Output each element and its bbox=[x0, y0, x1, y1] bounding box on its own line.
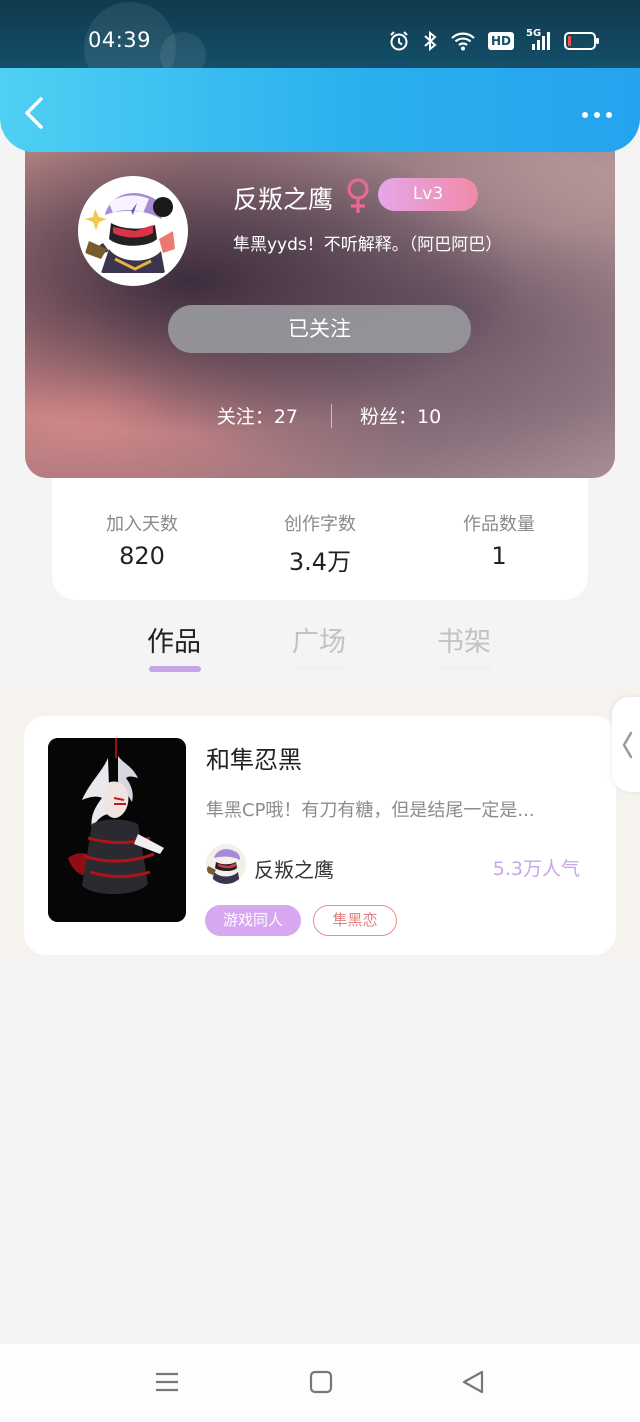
username: 反叛之鹰 bbox=[233, 185, 334, 214]
hd-icon: HD bbox=[487, 32, 514, 50]
stat-label: 作品数量 bbox=[463, 514, 535, 535]
top-nav-bar bbox=[0, 68, 640, 152]
stat-value: 1 bbox=[491, 542, 507, 570]
active-tab-indicator bbox=[149, 666, 201, 672]
author-name[interactable]: 反叛之鹰 bbox=[254, 854, 334, 883]
profile-header: 反叛之鹰 Lv3 隼黑yyds！不听解释。（阿巴阿巴） 已关注 关注：27 粉丝… bbox=[25, 120, 615, 478]
home-square-icon[interactable] bbox=[309, 1370, 333, 1398]
follow-button[interactable]: 已关注 bbox=[168, 305, 471, 353]
fans-count[interactable]: 粉丝：10 bbox=[360, 402, 441, 429]
battery-icon bbox=[564, 31, 600, 51]
female-icon bbox=[343, 176, 373, 220]
tab-bookshelf[interactable]: 书架 bbox=[437, 620, 491, 659]
status-bar: 04:39 HD 5G bbox=[0, 0, 640, 70]
tab-indicator-inactive bbox=[439, 666, 491, 670]
back-triangle-icon[interactable] bbox=[461, 1370, 485, 1398]
wifi-icon bbox=[450, 30, 476, 52]
more-options-button[interactable] bbox=[582, 112, 612, 118]
stat-label: 加入天数 bbox=[106, 514, 178, 535]
level-badge: Lv3 bbox=[378, 178, 478, 211]
tab-works[interactable]: 作品 bbox=[147, 620, 201, 659]
tab-square[interactable]: 广场 bbox=[292, 620, 346, 659]
menu-icon[interactable] bbox=[155, 1370, 179, 1398]
tab-indicator-inactive bbox=[294, 666, 346, 670]
profile-page: 04:39 HD 5G 反叛之鹰 Lv3 隼黑yyds！不听解释。（阿巴阿巴） … bbox=[0, 0, 640, 1422]
stats-card: 加入天数 820 创作字数 3.4万 作品数量 1 bbox=[52, 478, 588, 600]
following-count[interactable]: 关注：27 bbox=[217, 402, 298, 429]
stat-join-days: 加入天数 820 bbox=[52, 510, 232, 570]
status-time: 04:39 bbox=[88, 28, 152, 52]
stat-value: 820 bbox=[119, 542, 165, 570]
author-avatar bbox=[206, 844, 246, 884]
stats-divider bbox=[331, 404, 332, 428]
system-nav-bar bbox=[0, 1344, 640, 1422]
bluetooth-icon bbox=[422, 30, 438, 52]
avatar[interactable] bbox=[78, 176, 188, 286]
stat-word-count: 创作字数 3.4万 bbox=[230, 510, 410, 577]
popularity-count: 5.3万人气 bbox=[492, 858, 580, 880]
work-title[interactable]: 和隼忍黑 bbox=[206, 740, 302, 775]
follow-stats: 关注：27 粉丝：10 bbox=[25, 402, 615, 432]
chevron-left-icon bbox=[25, 97, 43, 129]
stat-value: 3.4万 bbox=[288, 548, 352, 576]
more-dots-icon bbox=[582, 112, 588, 118]
work-tag[interactable]: 隼黑恋 bbox=[313, 905, 397, 936]
signal-5g-icon: 5G bbox=[526, 28, 552, 52]
chevron-left-icon bbox=[622, 731, 633, 759]
work-tag[interactable]: 游戏同人 bbox=[205, 905, 301, 936]
profile-tabs: 作品 广场 书架 bbox=[0, 614, 640, 680]
work-card[interactable]: 和隼忍黑 隼黑CP哦！有刀有糖，但是结尾一定是... 反叛之鹰 5.3万人气 游… bbox=[24, 716, 616, 955]
profile-bio: 隼黑yyds！不听解释。（阿巴阿巴） bbox=[233, 235, 503, 255]
stat-label: 创作字数 bbox=[284, 514, 356, 535]
alarm-icon bbox=[388, 30, 410, 52]
back-button[interactable] bbox=[20, 96, 50, 130]
side-drawer-handle[interactable] bbox=[612, 697, 640, 792]
work-cover-image[interactable] bbox=[48, 738, 186, 922]
stat-works-count: 作品数量 1 bbox=[409, 510, 589, 570]
work-description: 隼黑CP哦！有刀有糖，但是结尾一定是... bbox=[206, 800, 535, 821]
